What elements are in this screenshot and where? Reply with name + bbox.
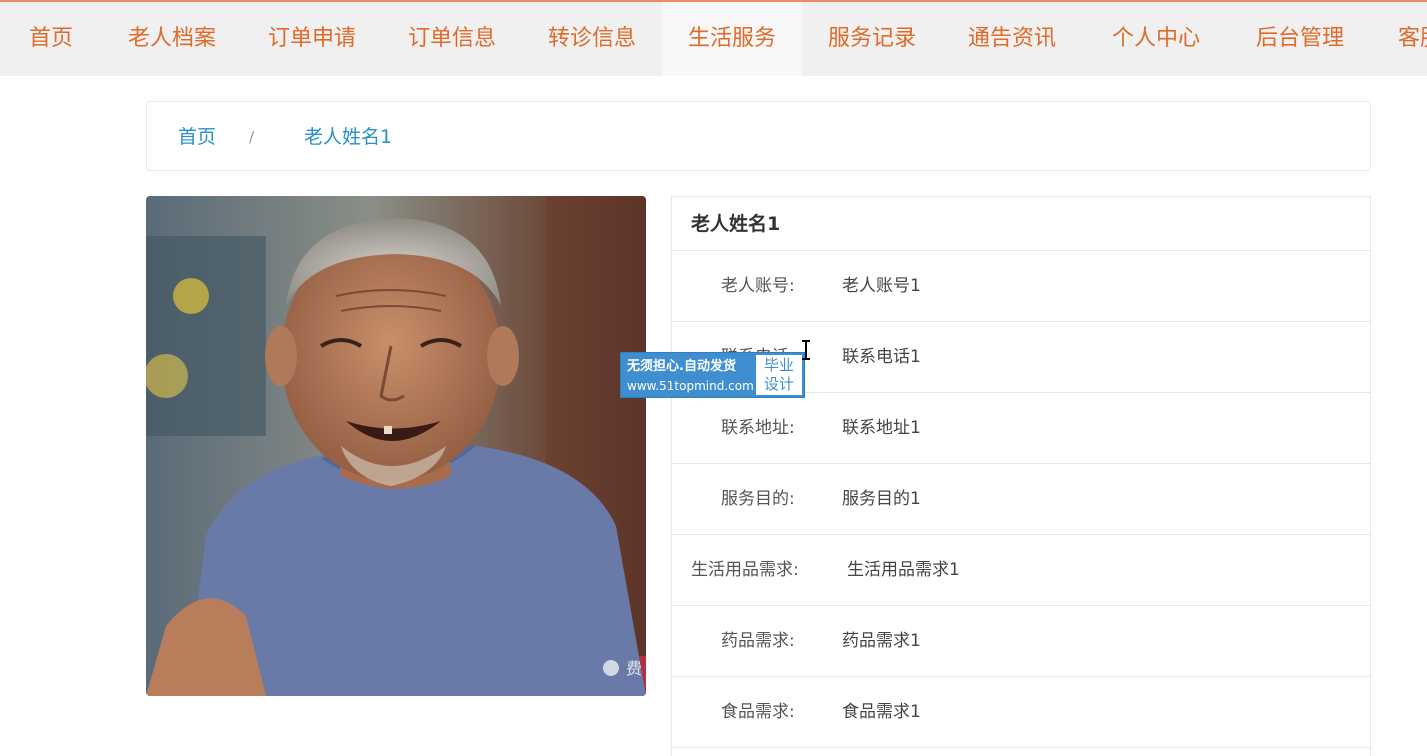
watermark-badge-line2: 设计 <box>763 375 794 393</box>
breadcrumb: 首页 / 老人姓名1 <box>146 101 1371 171</box>
text-cursor-icon <box>802 340 810 360</box>
row-value: 药品需求1 <box>842 631 921 651</box>
detail-row-address: 联系地址: 联系地址1 <box>672 393 1370 464</box>
watermark-badge: 无须担心.自动发货 www.51topmind.com 毕业 设计 <box>620 352 805 398</box>
row-value: 食品需求1 <box>842 702 921 722</box>
row-label: 药品需求: <box>721 631 795 651</box>
row-label: 联系地址: <box>721 418 795 438</box>
nav-item-order-apply[interactable]: 订单申请 <box>266 2 358 76</box>
watermark-line2: www.51topmind.com <box>627 379 754 393</box>
breadcrumb-current: 老人姓名1 <box>304 126 393 148</box>
row-value: 生活用品需求1 <box>847 560 960 580</box>
nav-item-order-info[interactable]: 订单信息 <box>406 2 498 76</box>
breadcrumb-separator: / <box>249 128 255 146</box>
detail-row-daily-needs: 生活用品需求: 生活用品需求1 <box>672 535 1370 606</box>
row-label: 老人账号: <box>721 276 795 296</box>
elder-detail-panel: 老人姓名1 老人账号: 老人账号1 联系电话: 联系电话1 联系地址: 联系地址… <box>671 196 1371 756</box>
nav-item-notice-news[interactable]: 通告资讯 <box>966 2 1058 76</box>
row-label: 食品需求: <box>721 702 795 722</box>
detail-row-purpose: 服务目的: 服务目的1 <box>672 464 1370 535</box>
breadcrumb-home-link[interactable]: 首页 <box>178 102 216 172</box>
watermark-text: 无须担心.自动发货 www.51topmind.com <box>621 353 754 397</box>
top-navigation: 首页 老人档案 订单申请 订单信息 转诊信息 生活服务 服务记录 通告资讯 个人… <box>0 0 1427 76</box>
detail-row-food-needs: 食品需求: 食品需求1 <box>672 677 1370 748</box>
nav-item-life-service[interactable]: 生活服务 <box>662 2 802 76</box>
watermark-line1: 无须担心.自动发货 <box>627 359 736 374</box>
elder-portrait-image: 费 <box>146 196 646 696</box>
detail-title: 老人姓名1 <box>672 197 1370 251</box>
row-label: 生活用品需求: <box>691 560 799 580</box>
watermark-badge-line1: 毕业 <box>763 356 794 374</box>
detail-row-medicine-needs: 药品需求: 药品需求1 <box>672 606 1370 677</box>
elder-photo: 费 <box>146 196 646 696</box>
row-label: 服务目的: <box>721 489 795 509</box>
nav-item-customer-service[interactable]: 客服 <box>1398 2 1427 76</box>
watermark-logo: 毕业 设计 <box>755 355 802 395</box>
nav-item-admin[interactable]: 后台管理 <box>1254 2 1346 76</box>
photo-corner-mark: 费 <box>626 659 642 678</box>
detail-row-account: 老人账号: 老人账号1 <box>672 251 1370 322</box>
nav-item-personal-center[interactable]: 个人中心 <box>1110 2 1202 76</box>
nav-item-service-record[interactable]: 服务记录 <box>826 2 918 76</box>
nav-item-elder-archive[interactable]: 老人档案 <box>126 2 218 76</box>
nav-item-referral-info[interactable]: 转诊信息 <box>546 2 638 76</box>
row-value: 服务目的1 <box>842 489 921 509</box>
row-value: 老人账号1 <box>842 276 921 296</box>
row-value: 联系地址1 <box>842 418 921 438</box>
row-value: 联系电话1 <box>842 347 921 367</box>
nav-item-home[interactable]: 首页 <box>28 2 74 76</box>
